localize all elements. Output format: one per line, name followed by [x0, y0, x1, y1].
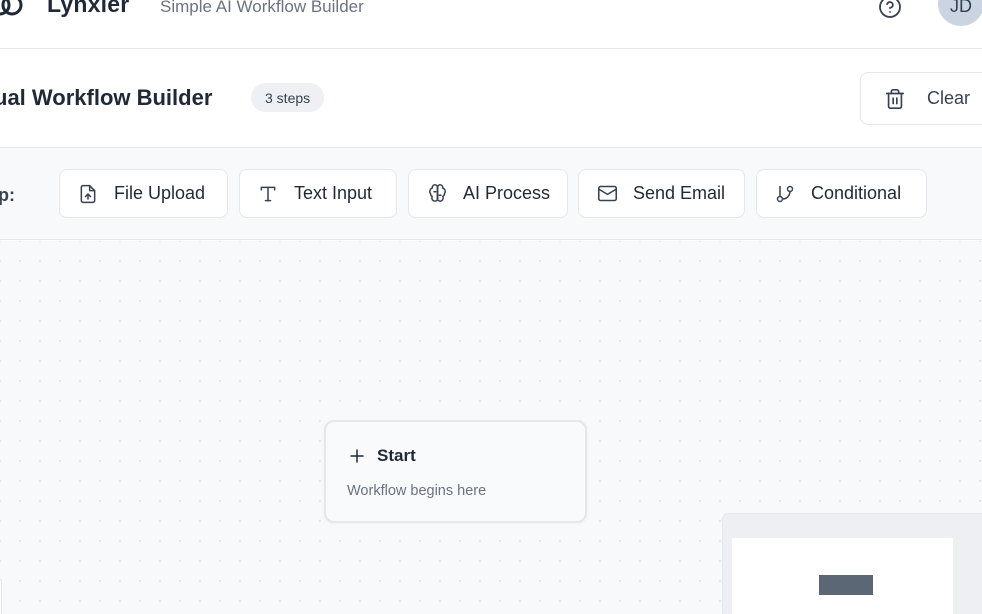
canvas-edge-handle[interactable] [0, 578, 2, 614]
steps-count-badge: 3 steps [251, 83, 325, 112]
start-node-title: Start [377, 446, 416, 465]
mail-icon [596, 183, 618, 205]
page-title: ual Workflow Builder [0, 85, 213, 110]
help-circle-icon [879, 0, 901, 18]
minimap-viewport[interactable] [732, 538, 953, 614]
brain-icon [426, 183, 448, 205]
text-input-button[interactable]: Text Input [239, 169, 397, 218]
top-header: Lynxier Simple AI Workflow Builder JD [0, 0, 982, 49]
user-avatar[interactable]: JD [938, 0, 982, 26]
add-step-label: Step: [0, 185, 15, 205]
clear-button[interactable]: Clear [860, 72, 982, 125]
text-input-label: Text Input [294, 183, 373, 203]
start-node[interactable]: Start Workflow begins here [324, 420, 587, 523]
plus-icon [350, 449, 364, 463]
conditional-button[interactable]: Conditional [756, 169, 927, 218]
workflow-canvas[interactable]: Start Workflow begins here [0, 241, 982, 614]
minimap[interactable] [722, 513, 982, 614]
text-type-icon [257, 183, 279, 205]
app-root: Lynxier Simple AI Workflow Builder JD ua… [0, 0, 982, 614]
send-email-label: Send Email [633, 183, 726, 203]
brand-tagline: Simple AI Workflow Builder [160, 0, 364, 16]
add-step-toolbar: Step: File Upload Text Input [0, 148, 982, 240]
ai-process-button[interactable]: AI Process [408, 169, 568, 218]
brand-name[interactable]: Lynxier [47, 0, 129, 18]
start-node-description: Workflow begins here [347, 483, 487, 499]
logo-mark-icon[interactable] [0, 0, 24, 20]
clear-button-label: Clear [927, 88, 971, 108]
workflow-title-bar: ual Workflow Builder 3 steps Clear [0, 49, 982, 148]
ai-process-label: AI Process [463, 183, 551, 203]
file-upload-label: File Upload [114, 183, 206, 203]
conditional-label: Conditional [811, 183, 902, 203]
git-branch-icon [774, 183, 796, 205]
minimap-node [819, 575, 873, 595]
help-button[interactable] [877, 0, 903, 20]
file-upload-button[interactable]: File Upload [59, 169, 228, 218]
trash-icon [885, 88, 905, 109]
start-node-header: Start [348, 446, 416, 466]
send-email-button[interactable]: Send Email [578, 169, 745, 218]
file-upload-icon [77, 183, 99, 205]
